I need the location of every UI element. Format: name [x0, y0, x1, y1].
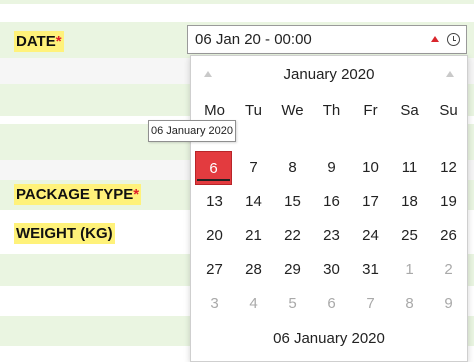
- date-label: DATE*: [14, 31, 64, 52]
- triangle-up-icon[interactable]: [431, 36, 439, 42]
- form-row-background: [0, 0, 474, 4]
- date-label-text: DATE: [16, 33, 56, 50]
- calendar-day[interactable]: 22: [273, 219, 312, 253]
- calendar-day[interactable]: 21: [234, 219, 273, 253]
- calendar-day[interactable]: 14: [234, 185, 273, 219]
- calendar-day[interactable]: 1: [390, 253, 429, 287]
- required-marker: *: [133, 186, 140, 203]
- calendar-day[interactable]: 23: [312, 219, 351, 253]
- next-month-icon[interactable]: [446, 71, 454, 77]
- calendar-popup: January 2020 Mo Tu We Th Fr Sa Su 6 7 8 9 10 11 12 13…: [190, 55, 468, 362]
- calendar-day[interactable]: 9: [312, 151, 351, 185]
- calendar-day[interactable]: 11: [390, 151, 429, 185]
- day-grid: 6 7 8 9 10 11 12 13 14 15 16 17 18 19 20 21 22 23 24 25 26 27…: [195, 151, 468, 321]
- weekday-label: We: [281, 102, 304, 119]
- package-type-label-text: PACKAGE TYPE: [16, 186, 134, 203]
- calendar-day[interactable]: 17: [351, 185, 390, 219]
- calendar-day[interactable]: 7: [234, 151, 273, 185]
- calendar-day[interactable]: 27: [195, 253, 234, 287]
- calendar-day[interactable]: 10: [351, 151, 390, 185]
- calendar-day[interactable]: 7: [351, 287, 390, 321]
- calendar-day[interactable]: 15: [273, 185, 312, 219]
- calendar-day[interactable]: 3: [195, 287, 234, 321]
- weekday-label: Th: [322, 102, 341, 119]
- package-type-label: PACKAGE TYPE*: [14, 184, 142, 205]
- calendar-day[interactable]: 12: [429, 151, 468, 185]
- calendar-day[interactable]: 28: [234, 253, 273, 287]
- date-input[interactable]: 06 Jan 20 - 00:00: [187, 25, 467, 54]
- date-input-value: 06 Jan 20 - 00:00: [195, 31, 312, 48]
- weight-label: WEIGHT (KG): [14, 223, 115, 244]
- weight-label-text: WEIGHT (KG): [16, 225, 113, 242]
- calendar-day[interactable]: 19: [429, 185, 468, 219]
- selected-day[interactable]: 6: [195, 151, 232, 185]
- calendar-day[interactable]: 25: [390, 219, 429, 253]
- calendar-header: January 2020: [191, 56, 467, 90]
- calendar-day[interactable]: 31: [351, 253, 390, 287]
- calendar-day[interactable]: 30: [312, 253, 351, 287]
- calendar-day[interactable]: 9: [429, 287, 468, 321]
- calendar-day[interactable]: 20: [195, 219, 234, 253]
- calendar-day[interactable]: 2: [429, 253, 468, 287]
- calendar-day[interactable]: 24: [351, 219, 390, 253]
- calendar-day[interactable]: 13: [195, 185, 234, 219]
- calendar-day[interactable]: 4: [234, 287, 273, 321]
- clock-icon[interactable]: [447, 33, 460, 46]
- weekday-label: Fr: [363, 102, 378, 119]
- weekday-label: Tu: [245, 102, 262, 119]
- calendar-day[interactable]: 8: [390, 287, 429, 321]
- weekday-label: Sa: [400, 102, 419, 119]
- calendar-day[interactable]: 29: [273, 253, 312, 287]
- date-tooltip: 06 January 2020: [148, 120, 236, 142]
- calendar-day[interactable]: 18: [390, 185, 429, 219]
- calendar-day[interactable]: 16: [312, 185, 351, 219]
- required-marker: *: [55, 33, 62, 50]
- weekday-label: Su: [439, 102, 458, 119]
- calendar-day[interactable]: 8: [273, 151, 312, 185]
- calendar-day[interactable]: 5: [273, 287, 312, 321]
- weekday-header: Mo Tu We Th Fr Sa Su: [195, 102, 468, 119]
- calendar-day[interactable]: 26: [429, 219, 468, 253]
- calendar-day[interactable]: 6: [312, 287, 351, 321]
- calendar-month-title[interactable]: January 2020: [191, 66, 467, 83]
- weekday-label: Mo: [204, 102, 225, 119]
- calendar-today-footer[interactable]: 06 January 2020: [191, 330, 467, 347]
